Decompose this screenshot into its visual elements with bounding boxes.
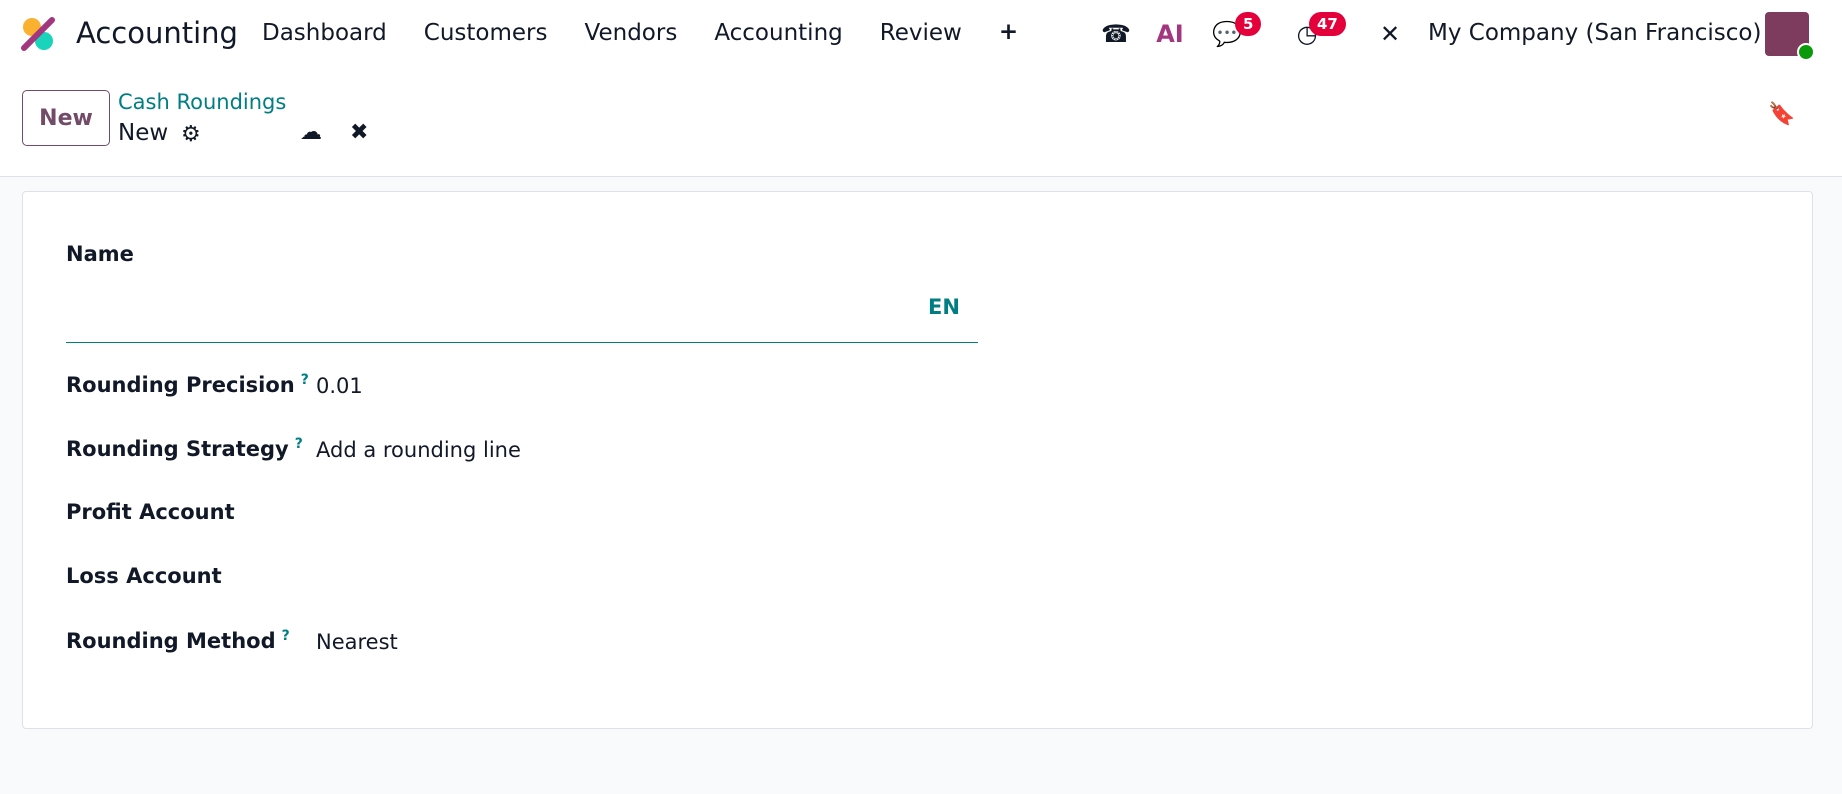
company-switcher[interactable]: My Company (San Francisco) bbox=[1428, 20, 1761, 46]
ai-icon[interactable]: AI bbox=[1153, 14, 1187, 54]
name-input[interactable] bbox=[66, 292, 978, 343]
rounding-precision-label: Rounding Precision? bbox=[66, 372, 309, 397]
label-text: Rounding Precision bbox=[66, 373, 295, 397]
app-logo-icon[interactable] bbox=[20, 16, 56, 52]
top-navbar: Accounting Dashboard Customers Vendors A… bbox=[0, 0, 1842, 70]
rounding-strategy-label: Rounding Strategy? bbox=[66, 436, 303, 461]
loss-account-input[interactable] bbox=[316, 566, 716, 592]
name-label: Name bbox=[66, 242, 134, 266]
chat-icon[interactable]: 💬 5 bbox=[1207, 12, 1262, 54]
rounding-method-select[interactable]: Nearest bbox=[316, 630, 398, 654]
help-icon[interactable]: ? bbox=[282, 628, 290, 644]
discard-icon[interactable]: ✖ bbox=[350, 120, 368, 145]
control-panel: New Cash Roundings New ⚙ ☁ ✖ 🔖 bbox=[0, 70, 1842, 177]
help-icon[interactable]: ? bbox=[301, 372, 309, 388]
ai-label: AI bbox=[1156, 20, 1184, 48]
main-menu: Dashboard Customers Vendors Accounting R… bbox=[262, 20, 1055, 46]
menu-dashboard[interactable]: Dashboard bbox=[262, 20, 387, 46]
add-menu-icon[interactable]: + bbox=[999, 20, 1018, 46]
record-title: New bbox=[118, 120, 169, 146]
bookmark-icon[interactable]: 🔖 bbox=[1768, 102, 1795, 127]
new-button[interactable]: New bbox=[22, 90, 110, 146]
label-text: Rounding Method bbox=[66, 629, 276, 653]
language-button[interactable]: EN bbox=[928, 295, 960, 319]
app-name[interactable]: Accounting bbox=[76, 16, 238, 50]
save-cloud-icon[interactable]: ☁ bbox=[300, 120, 322, 145]
menu-customers[interactable]: Customers bbox=[424, 20, 548, 46]
menu-review[interactable]: Review bbox=[880, 20, 962, 46]
loss-account-label: Loss Account bbox=[66, 564, 222, 588]
activity-clock-icon[interactable]: ◷ 47 bbox=[1287, 12, 1346, 54]
activity-badge: 47 bbox=[1309, 12, 1346, 36]
profit-account-input[interactable] bbox=[316, 502, 716, 528]
menu-accounting[interactable]: Accounting bbox=[714, 20, 842, 46]
debug-tools-icon[interactable]: ✕ bbox=[1372, 14, 1408, 54]
rounding-precision-input[interactable]: 0.01 bbox=[316, 374, 363, 398]
user-avatar[interactable] bbox=[1765, 12, 1815, 61]
gear-icon[interactable]: ⚙ bbox=[181, 122, 201, 147]
label-text: Rounding Strategy bbox=[66, 437, 289, 461]
chat-badge: 5 bbox=[1235, 12, 1262, 36]
rounding-strategy-select[interactable]: Add a rounding line bbox=[316, 438, 521, 462]
profit-account-label: Profit Account bbox=[66, 500, 235, 524]
rounding-method-label: Rounding Method? bbox=[66, 628, 290, 653]
online-status-icon bbox=[1797, 43, 1815, 61]
phone-icon[interactable]: ☎ bbox=[1098, 14, 1134, 54]
form-sheet: Name EN Rounding Precision? 0.01 Roundin… bbox=[22, 191, 1813, 729]
help-icon[interactable]: ? bbox=[295, 436, 303, 452]
breadcrumb-cash-roundings[interactable]: Cash Roundings bbox=[118, 90, 286, 114]
menu-vendors[interactable]: Vendors bbox=[585, 20, 678, 46]
